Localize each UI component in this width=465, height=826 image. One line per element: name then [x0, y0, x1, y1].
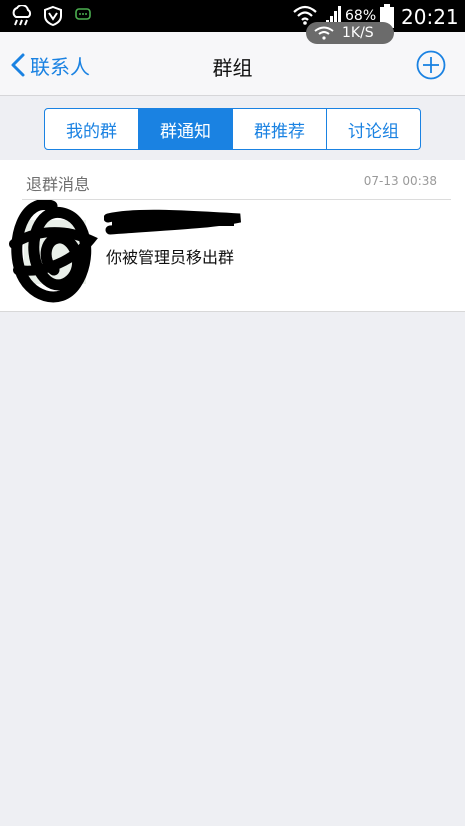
page-title: 群组	[212, 56, 253, 80]
chat-icon	[75, 8, 91, 20]
tab-my-groups[interactable]: 我的群	[45, 109, 139, 149]
tab-discussion-groups[interactable]: 讨论组	[327, 109, 420, 149]
navigation-bar: 联系人 群组	[0, 32, 465, 96]
status-bar: 68% 20:21	[0, 0, 465, 32]
notification-item[interactable]: 你被管理员移出群	[0, 200, 465, 312]
status-clock: 20:21	[401, 5, 459, 29]
section-header: 退群消息 07-13 00:38	[0, 160, 465, 200]
notice-timestamp: 07-13 00:38	[363, 174, 437, 188]
wifi-icon	[314, 26, 334, 40]
tab-group-notifications[interactable]: 群通知	[139, 109, 233, 149]
notice-message: 你被管理员移出群	[106, 248, 235, 267]
group-tabs: 我的群 群通知 群推荐 讨论组	[44, 108, 421, 150]
section-title: 退群消息	[26, 175, 91, 194]
tab-group-recommendations[interactable]: 群推荐	[233, 109, 327, 149]
redacted-name	[104, 209, 242, 235]
add-circle-icon[interactable]	[416, 50, 446, 80]
network-speed-text: 1K/S	[342, 25, 374, 41]
network-speed-indicator: 1K/S	[306, 22, 394, 44]
avatar-scribbled	[9, 200, 98, 303]
shield-icon	[44, 5, 62, 27]
rain-cloud-icon	[12, 5, 32, 26]
